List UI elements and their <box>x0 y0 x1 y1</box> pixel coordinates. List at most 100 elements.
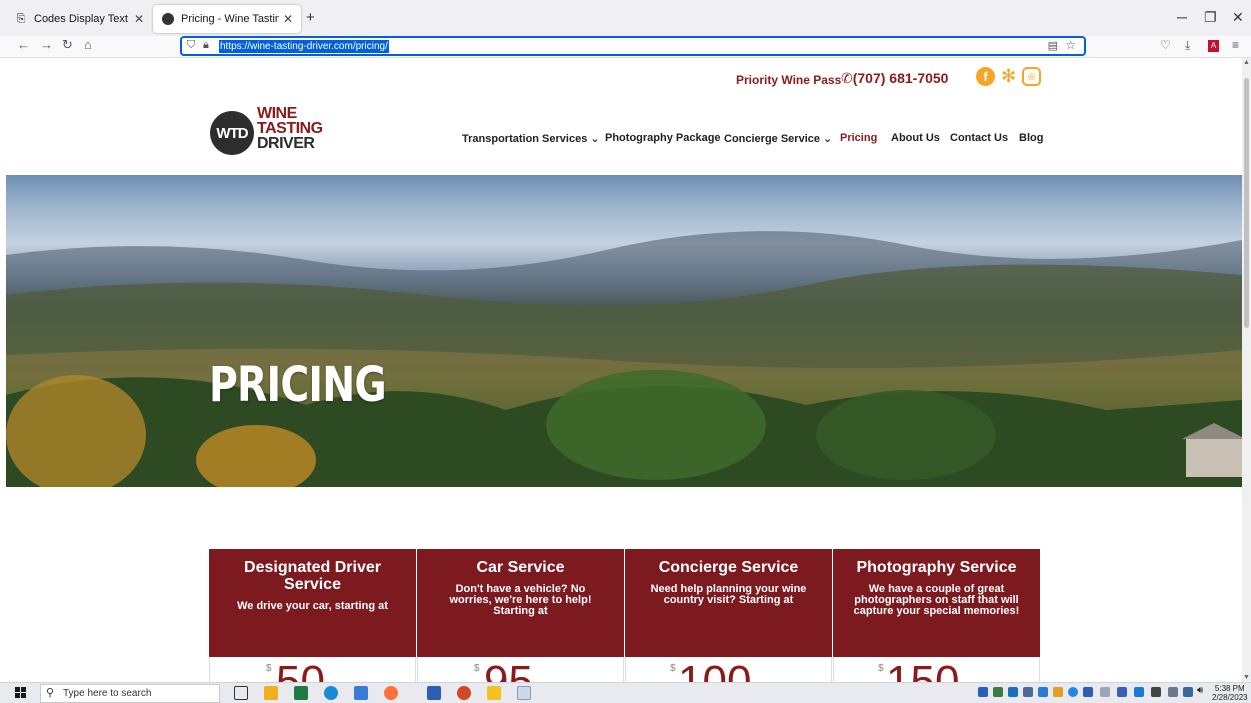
close-window-icon[interactable]: ✕ <box>1232 9 1244 26</box>
nav-pricing[interactable]: Pricing <box>840 132 877 144</box>
clock-date: 2/28/2023 <box>1212 693 1248 702</box>
address-bar[interactable]: ⛉ 🔒︎ https://wine-tasting-driver.com/pri… <box>180 36 1086 56</box>
tray-app-icon[interactable] <box>1053 687 1063 697</box>
yelp-icon[interactable]: ✻ <box>999 66 1018 86</box>
nav-about-us[interactable]: About Us <box>891 132 940 144</box>
logo-line-wine: WINE <box>257 105 297 122</box>
taskbar-search-box[interactable]: ⚲ Type here to search <box>40 684 220 703</box>
card-price: $ 95 <box>417 657 624 682</box>
reload-icon[interactable]: ↻ <box>62 37 73 53</box>
price-value: 100 <box>678 657 752 683</box>
card-title: Photography Service <box>856 559 1017 576</box>
card-title: Concierge Service <box>658 559 799 576</box>
tab-title: Pricing - Wine Tasting Driver <box>181 13 279 25</box>
task-view-icon[interactable] <box>234 686 248 700</box>
tray-app-icon[interactable] <box>1134 687 1144 697</box>
system-clock[interactable]: 5:38 PM 2/28/2023 <box>1212 684 1248 702</box>
pricing-card-photography: Photography Service We have a couple of … <box>833 549 1041 682</box>
price-currency: $ <box>670 663 676 674</box>
card-header: Designated Driver Service We drive your … <box>209 549 416 657</box>
downloads-icon[interactable]: ⤓ <box>1185 38 1190 53</box>
tray-app-icon[interactable] <box>1117 687 1127 697</box>
nav-contact-us[interactable]: Contact Us <box>950 132 1008 144</box>
nav-blog[interactable]: Blog <box>1019 132 1043 144</box>
tab-pricing[interactable]: Pricing - Wine Tasting Driver ✕ <box>153 5 301 33</box>
tray-app-icon[interactable] <box>1008 687 1018 697</box>
close-tab-icon[interactable]: ✕ <box>134 12 144 26</box>
tray-app-icon[interactable] <box>1168 687 1178 697</box>
pricing-card-concierge: Concierge Service Need help planning you… <box>625 549 833 682</box>
price-currency: $ <box>266 663 272 674</box>
close-tab-icon[interactable]: ✕ <box>283 12 293 26</box>
app-icon[interactable] <box>517 686 531 700</box>
scroll-down-icon[interactable]: ▼ <box>1243 674 1250 681</box>
facebook-icon[interactable]: f <box>976 67 995 86</box>
nav-transportation-services[interactable]: Transportation Services ⌄ <box>462 132 600 145</box>
volume-icon[interactable]: 🔊︎ <box>1197 685 1203 696</box>
tray-app-icon[interactable] <box>1183 687 1193 697</box>
scroll-up-icon[interactable]: ▲ <box>1243 59 1250 66</box>
pricing-cards: Designated Driver Service We drive your … <box>209 549 1041 682</box>
price-currency: $ <box>878 663 884 674</box>
card-price: $ 50 <box>209 657 416 682</box>
windows-taskbar: ⚲ Type here to search 🔊︎ 5:38 PM 2/28/20… <box>0 682 1251 703</box>
firefox-icon[interactable] <box>384 686 398 700</box>
menu-icon[interactable]: ≡ <box>1232 38 1239 52</box>
top-contact-bar: Priority Wine Pass ✆(707) 681-7050 f ✻ ◎ <box>0 66 1242 90</box>
onedrive-icon[interactable] <box>1068 687 1078 697</box>
site-favicon-icon <box>161 12 175 26</box>
tab-title: Codes Display Text <box>34 13 128 25</box>
price-value: 50 <box>276 657 325 683</box>
card-subtitle: We have a couple of great photographers … <box>853 583 1020 617</box>
back-icon[interactable]: ← <box>17 37 30 52</box>
pin-icon[interactable] <box>487 686 501 700</box>
tracking-shield-icon[interactable]: ⛉ <box>187 39 195 52</box>
phone-link[interactable]: ✆(707) 681-7050 <box>841 70 948 87</box>
tray-app-icon[interactable] <box>993 687 1003 697</box>
bookmark-star-icon[interactable]: ☆ <box>1065 38 1076 52</box>
price-value: 95 <box>484 657 533 683</box>
tray-app-icon[interactable] <box>1023 687 1033 697</box>
card-header: Car Service Don't have a vehicle? No wor… <box>417 549 624 657</box>
web-page: Priority Wine Pass ✆(707) 681-7050 f ✻ ◎… <box>0 58 1242 682</box>
minimize-icon[interactable]: ─ <box>1177 9 1187 25</box>
reader-view-icon[interactable]: ▤ <box>1048 39 1058 52</box>
pocket-icon[interactable]: ♡ <box>1160 38 1171 52</box>
hero-banner-image: PRICING <box>6 175 1242 487</box>
search-icon: ⚲ <box>46 687 55 699</box>
instagram-icon[interactable]: ◎ <box>1022 67 1041 86</box>
tab-codes-display-text[interactable]: ⎘ Codes Display Text ✕ <box>6 5 152 33</box>
restore-icon[interactable]: ❐ <box>1204 9 1217 26</box>
network-icon[interactable] <box>1151 687 1161 697</box>
windows-start-icon[interactable] <box>15 687 27 699</box>
browser-toolbar: ← → ↻ ⌂ ⛉ 🔒︎ https://wine-tasting-driver… <box>0 36 1251 58</box>
forward-icon[interactable]: → <box>40 37 53 52</box>
card-header: Photography Service We have a couple of … <box>833 549 1040 657</box>
card-subtitle: We drive your car, starting at <box>237 600 388 612</box>
clock-time: 5:38 PM <box>1214 684 1245 693</box>
nav-concierge-service[interactable]: Concierge Service ⌄ <box>724 132 832 145</box>
nav-photography-package[interactable]: Photography Package <box>605 132 721 144</box>
tray-app-icon[interactable] <box>1038 687 1048 697</box>
tray-app-icon[interactable] <box>1083 687 1093 697</box>
edge-icon[interactable] <box>324 686 338 700</box>
tray-app-icon[interactable] <box>978 687 988 697</box>
tray-app-icon[interactable] <box>1100 687 1110 697</box>
priority-wine-pass-link[interactable]: Priority Wine Pass <box>736 73 841 87</box>
scroll-thumb[interactable] <box>1244 78 1249 328</box>
url-text[interactable]: https://wine-tasting-driver.com/pricing/ <box>219 40 389 53</box>
new-tab-icon[interactable]: + <box>306 9 315 26</box>
word-icon[interactable] <box>427 686 441 700</box>
file-explorer-icon[interactable] <box>264 686 278 700</box>
page-scrollbar[interactable]: ▲ ▼ <box>1242 58 1251 682</box>
card-subtitle: Need help planning your wine country vis… <box>650 583 807 606</box>
pdf-extension-icon[interactable]: A <box>1208 40 1219 52</box>
lock-icon[interactable]: 🔒︎ <box>203 39 209 52</box>
card-price: $ 150 <box>833 657 1040 682</box>
powerpoint-icon[interactable] <box>457 686 471 700</box>
home-icon[interactable]: ⌂ <box>84 37 92 52</box>
chat-icon[interactable] <box>354 686 368 700</box>
phone-icon: ✆ <box>841 70 853 86</box>
excel-icon[interactable] <box>294 686 308 700</box>
price-value: 150 <box>886 657 960 683</box>
